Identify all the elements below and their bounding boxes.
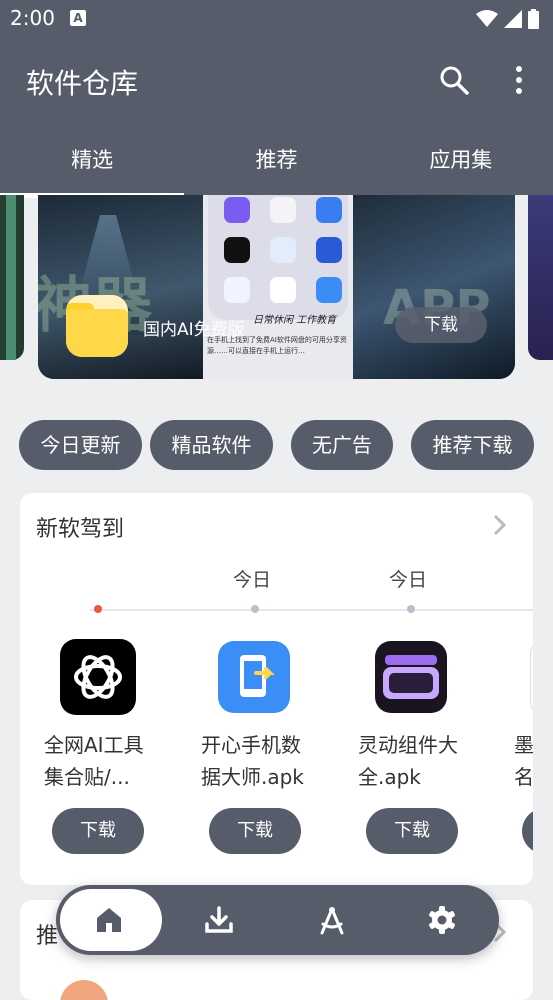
banner-peek-left[interactable]: [0, 195, 24, 360]
tab-featured[interactable]: 精选: [0, 135, 185, 198]
new-software-card: 新软驾到 今日 今日 全网AI工具 集合贴/... 下载 开心手机数 据大师.a…: [20, 493, 533, 885]
download-button[interactable]: 下载: [52, 808, 144, 854]
app-name[interactable]: 开心手机数 据大师.apk: [201, 729, 341, 793]
banner-caption: 日常休闲 工作教育: [253, 315, 337, 326]
download-button[interactable]: [522, 808, 533, 854]
widget-icon[interactable]: [375, 641, 447, 713]
timeline-dot: [407, 605, 415, 613]
banner-peek-right[interactable]: [528, 195, 553, 360]
app-name[interactable]: 全网AI工具 集合贴/...: [44, 729, 184, 793]
banner-phone-mockup: [208, 195, 348, 320]
tab-recommended[interactable]: 推荐: [184, 135, 368, 195]
section-title: 新软驾到: [36, 517, 125, 542]
openai-icon[interactable]: [60, 639, 136, 715]
signal-icon: [504, 10, 522, 28]
home-icon[interactable]: [91, 902, 127, 938]
chip-recommended-download[interactable]: 推荐下载: [411, 420, 534, 470]
notification-icon: A: [70, 10, 86, 26]
timeline-dot: [251, 605, 259, 613]
phone-transfer-icon[interactable]: [218, 641, 290, 713]
timeline-label: 今日: [233, 569, 272, 591]
partial-app-icon[interactable]: [530, 639, 533, 717]
app-name[interactable]: 灵动组件大 全.apk: [358, 729, 498, 793]
chip-no-ads[interactable]: 无广告: [291, 420, 393, 470]
download-icon[interactable]: [201, 902, 237, 938]
timeline-dot-active: [94, 605, 102, 613]
settings-icon[interactable]: [424, 902, 460, 938]
banner-card[interactable]: 神器 日常休闲 工作教育 在手机上找到了免费AI软件网盘的可用分享资源……可以直…: [38, 195, 515, 379]
app-bar: 2:00 A 软件仓库 精选 推荐 应用集: [0, 0, 553, 198]
wifi-icon: [476, 10, 498, 27]
banner-download-button[interactable]: 下载: [395, 307, 487, 343]
timeline-label: 今日: [389, 569, 428, 591]
chip-today-update[interactable]: 今日更新: [19, 420, 142, 470]
chevron-right-icon[interactable]: [491, 513, 509, 537]
timeline-line: [90, 609, 533, 611]
folder-app-icon: [66, 295, 128, 357]
app-avatar[interactable]: [60, 980, 108, 1000]
battery-icon: [528, 9, 539, 29]
banner-image-right: APP: [353, 195, 515, 379]
download-button[interactable]: 下载: [209, 808, 301, 854]
compass-icon[interactable]: [314, 902, 350, 938]
chip-premium-software[interactable]: 精品软件: [150, 420, 273, 470]
system-icons: [476, 9, 539, 29]
search-icon[interactable]: [438, 64, 470, 96]
download-button[interactable]: 下载: [366, 808, 458, 854]
status-time: 2:00: [10, 6, 55, 30]
banner-image-middle: 日常休闲 工作教育 在手机上找到了免费AI软件网盘的可用分享资源……可以直接在手…: [203, 195, 353, 379]
app-name[interactable]: 墨 名: [514, 729, 533, 793]
section-title: 推: [36, 924, 59, 949]
more-vert-icon[interactable]: [503, 64, 535, 96]
banner-app-name: 国内AI免费版: [143, 320, 245, 340]
page-title: 软件仓库: [26, 67, 139, 100]
status-bar: 2:00 A: [0, 0, 553, 38]
bottom-navigation: [56, 885, 499, 955]
tab-collections[interactable]: 应用集: [369, 135, 553, 195]
tab-bar: 精选 推荐 应用集: [0, 135, 553, 198]
banner-carousel[interactable]: 神器 日常休闲 工作教育 在手机上找到了免费AI软件网盘的可用分享资源……可以直…: [0, 195, 553, 385]
category-chips: 今日更新 精品软件 无广告 推荐下载: [0, 420, 553, 470]
